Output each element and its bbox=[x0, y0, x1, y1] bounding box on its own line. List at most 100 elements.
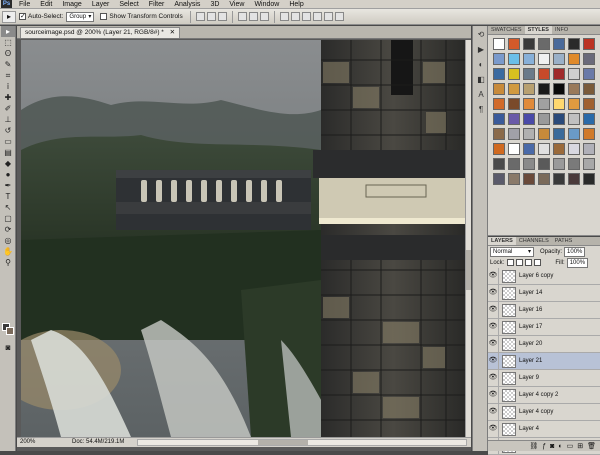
style-swatch[interactable] bbox=[493, 128, 505, 140]
move-tool-preset-icon[interactable]: ▸ bbox=[2, 10, 16, 23]
style-swatch[interactable] bbox=[538, 68, 550, 80]
menu-edit[interactable]: Edit bbox=[35, 0, 57, 9]
lock-transparency-icon[interactable] bbox=[507, 259, 515, 266]
style-swatch[interactable] bbox=[568, 113, 580, 125]
layer-style-icon[interactable]: ƒ bbox=[542, 443, 546, 450]
menu-3d[interactable]: 3D bbox=[205, 0, 224, 9]
auto-select-dropdown[interactable]: Group ▾ bbox=[66, 11, 95, 22]
style-swatch[interactable] bbox=[583, 128, 595, 140]
visibility-eye-icon[interactable]: 👁 bbox=[488, 319, 499, 335]
layer-row[interactable]: 👁 Layer 4 bbox=[488, 421, 600, 438]
image-canvas[interactable] bbox=[21, 40, 465, 437]
layer-row[interactable]: 👁 Layer 16 bbox=[488, 302, 600, 319]
align-top-icon[interactable] bbox=[195, 12, 205, 21]
crop-tool-icon[interactable]: ⌗ bbox=[1, 70, 15, 81]
menu-file[interactable]: File bbox=[14, 0, 35, 9]
style-swatch[interactable] bbox=[553, 53, 565, 65]
menu-view[interactable]: View bbox=[224, 0, 249, 9]
shape-tool-icon[interactable]: ▢ bbox=[1, 213, 15, 224]
layer-row[interactable]: 👁 Layer 20 bbox=[488, 336, 600, 353]
quick-mask-icon[interactable]: ◙ bbox=[1, 342, 15, 353]
layer-row[interactable]: 👁 Layer 17 bbox=[488, 319, 600, 336]
style-swatch[interactable] bbox=[538, 53, 550, 65]
menu-layer[interactable]: Layer bbox=[87, 0, 115, 9]
style-swatch[interactable] bbox=[553, 143, 565, 155]
visibility-eye-icon[interactable]: 👁 bbox=[488, 302, 499, 318]
tab-swatches[interactable]: SWATCHES bbox=[488, 26, 525, 34]
style-swatch[interactable] bbox=[568, 68, 580, 80]
blend-mode-dropdown[interactable]: Normal ▾ bbox=[490, 246, 534, 257]
distribute-vcenter-icon[interactable] bbox=[290, 12, 300, 21]
path-select-tool-icon[interactable]: ↖ bbox=[1, 202, 15, 213]
style-swatch[interactable] bbox=[583, 98, 595, 110]
style-swatch[interactable] bbox=[568, 98, 580, 110]
delete-layer-icon[interactable]: 🗑 bbox=[587, 442, 596, 450]
style-swatch[interactable] bbox=[538, 113, 550, 125]
add-mask-icon[interactable]: ◙ bbox=[550, 443, 554, 450]
link-layers-icon[interactable]: ⛓ bbox=[529, 442, 538, 450]
style-swatch[interactable] bbox=[523, 53, 535, 65]
style-swatch[interactable] bbox=[523, 38, 535, 50]
history-panel-icon[interactable]: ⟲ bbox=[475, 30, 487, 41]
clone-stamp-tool-icon[interactable]: ⊥ bbox=[1, 114, 15, 125]
move-tool-icon[interactable]: ▸ bbox=[1, 26, 15, 37]
style-swatch[interactable] bbox=[553, 38, 565, 50]
style-swatch[interactable] bbox=[583, 53, 595, 65]
masks-panel-icon[interactable]: ◧ bbox=[475, 75, 487, 86]
style-swatch[interactable] bbox=[568, 53, 580, 65]
style-swatch[interactable] bbox=[538, 158, 550, 170]
style-swatch[interactable] bbox=[523, 113, 535, 125]
style-swatch[interactable] bbox=[583, 143, 595, 155]
new-layer-icon[interactable]: ⊞ bbox=[577, 442, 583, 450]
style-swatch[interactable] bbox=[568, 38, 580, 50]
lock-all-icon[interactable] bbox=[534, 259, 542, 266]
menu-filter[interactable]: Filter bbox=[144, 0, 170, 9]
style-swatch[interactable] bbox=[568, 83, 580, 95]
style-swatch[interactable] bbox=[493, 98, 505, 110]
show-transform-checkbox[interactable] bbox=[100, 13, 108, 20]
style-swatch[interactable] bbox=[553, 83, 565, 95]
style-swatch[interactable] bbox=[583, 83, 595, 95]
style-swatch[interactable] bbox=[493, 158, 505, 170]
layer-row[interactable]: 👁 Layer 21 bbox=[488, 353, 600, 370]
menu-select[interactable]: Select bbox=[114, 0, 143, 9]
actions-panel-icon[interactable]: ▶ bbox=[475, 45, 487, 56]
style-swatch[interactable] bbox=[493, 113, 505, 125]
fill-input[interactable]: 100% bbox=[566, 257, 589, 268]
style-swatch[interactable] bbox=[523, 98, 535, 110]
zoom-level[interactable]: 200% bbox=[20, 438, 35, 447]
tab-styles[interactable]: STYLES bbox=[524, 26, 552, 34]
style-swatch[interactable] bbox=[583, 158, 595, 170]
document-tab[interactable]: sourceimage.psd @ 200% (Layer 21, RGB/8#… bbox=[20, 27, 181, 38]
layer-row[interactable]: 👁 Layer 4 copy 2 bbox=[488, 387, 600, 404]
paragraph-panel-icon[interactable]: ¶ bbox=[475, 105, 487, 116]
style-swatch[interactable] bbox=[523, 128, 535, 140]
style-swatch[interactable] bbox=[523, 143, 535, 155]
visibility-eye-icon[interactable]: 👁 bbox=[488, 421, 499, 437]
layer-row[interactable]: 👁 Layer 4 copy bbox=[488, 404, 600, 421]
zoom-tool-icon[interactable]: ⚲ bbox=[1, 257, 15, 268]
visibility-eye-icon[interactable]: 👁 bbox=[488, 404, 499, 420]
style-swatch[interactable] bbox=[508, 53, 520, 65]
style-swatch[interactable] bbox=[538, 128, 550, 140]
style-swatch[interactable] bbox=[523, 173, 535, 185]
menu-help[interactable]: Help bbox=[284, 0, 308, 9]
visibility-eye-icon[interactable]: 👁 bbox=[488, 336, 499, 352]
layer-row[interactable]: 👁 Layer 6 copy bbox=[488, 268, 600, 285]
tab-info[interactable]: INFO bbox=[552, 26, 571, 34]
align-bottom-icon[interactable] bbox=[217, 12, 227, 21]
distribute-top-icon[interactable] bbox=[279, 12, 289, 21]
distribute-bottom-icon[interactable] bbox=[301, 12, 311, 21]
blur-tool-icon[interactable]: ◆ bbox=[1, 158, 15, 169]
style-swatch[interactable] bbox=[553, 173, 565, 185]
style-swatch[interactable] bbox=[538, 38, 550, 50]
menu-image[interactable]: Image bbox=[57, 0, 86, 9]
vertical-scrollbar[interactable] bbox=[465, 40, 471, 437]
style-swatch[interactable] bbox=[568, 128, 580, 140]
visibility-eye-icon[interactable]: 👁 bbox=[488, 268, 499, 284]
style-swatch[interactable] bbox=[508, 83, 520, 95]
visibility-eye-icon[interactable]: 👁 bbox=[488, 387, 499, 403]
style-swatch[interactable] bbox=[508, 128, 520, 140]
background-color-swatch[interactable] bbox=[6, 327, 14, 335]
style-swatch[interactable] bbox=[508, 143, 520, 155]
